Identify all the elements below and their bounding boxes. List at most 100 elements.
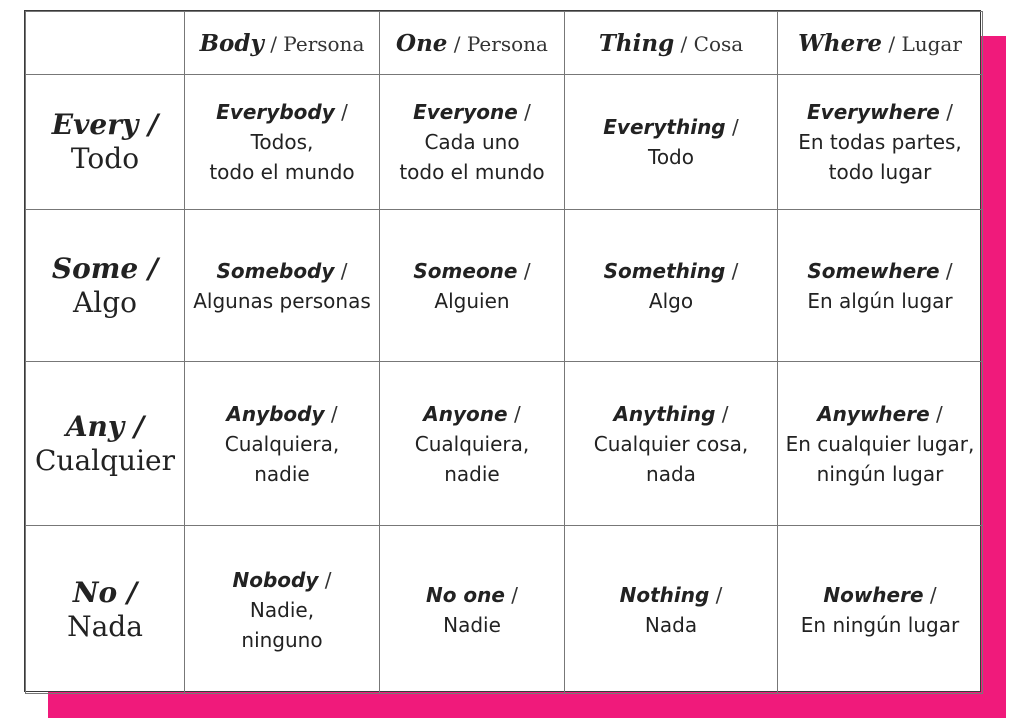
pronoun-es: Cualquiera, nadie <box>224 431 340 486</box>
pronoun-es: En ningún lugar <box>800 612 960 637</box>
pronoun-en: Everywhere <box>807 100 940 124</box>
pronoun-cell-everybody: Everybody / Todos, todo el mundo <box>184 74 380 210</box>
pronoun-en: Somebody <box>216 258 335 283</box>
row-header-en: Any / <box>65 409 145 443</box>
pronoun-en: Anyone <box>423 401 508 426</box>
pronoun-cell-everything: Everything / Todo <box>564 74 778 210</box>
table-row-no: No / Nada Nobody / Nadie, ninguno No one /… <box>25 525 983 694</box>
pronoun-es: Todo <box>648 145 694 169</box>
pronoun-en: Everything <box>603 115 726 139</box>
pronoun-cell-anybody: Anybody / Cualquiera, nadie <box>184 361 380 526</box>
column-header-one: One / Persona <box>379 11 565 75</box>
column-header-where: Where / Lugar <box>777 11 983 75</box>
row-header-some: Some / Algo <box>25 209 185 362</box>
pronoun-en: Anybody <box>226 401 325 426</box>
pronoun-cell-anything: Anything / Cualquier cosa, nada <box>564 361 778 526</box>
pronoun-sep: / <box>507 401 521 426</box>
row-header-es: Algo <box>73 285 137 319</box>
pronoun-cell-no-one: No one / Nadie <box>379 525 565 694</box>
row-header-es: Todo <box>70 142 140 175</box>
row-header-every: Every / Todo <box>25 74 185 210</box>
pronoun-cell-nowhere: Nowhere / En ningún lugar <box>777 525 983 694</box>
table-row-some: Some / Algo Somebody / Algunas personas So… <box>25 209 983 362</box>
column-header-body: Body / Persona <box>184 11 380 75</box>
pronoun-en: No one <box>425 582 505 607</box>
column-header-es: Persona <box>283 31 365 56</box>
column-header-es: Lugar <box>901 31 962 56</box>
pronoun-en: Nothing <box>619 582 710 607</box>
pronoun-es: En algún lugar <box>807 288 953 313</box>
pronoun-es: Algunas personas <box>193 288 371 313</box>
column-header-es: Cosa <box>693 31 744 56</box>
column-header-sep: / <box>263 31 284 56</box>
pronoun-sep: / <box>517 258 531 283</box>
column-header-sep: / <box>674 31 694 56</box>
pronoun-cell-everyone: Everyone / Cada uno todo el mundo <box>379 74 565 210</box>
pronoun-en: Nobody <box>232 567 319 592</box>
indefinite-pronouns-table: Body / Persona One / Persona Thing / Cos… <box>25 11 983 694</box>
row-header-en: Some / <box>51 251 159 285</box>
pronoun-cell-anywhere: Anywhere / En cualquier lugar, ningún lug… <box>777 361 983 526</box>
pronoun-cell-somebody: Somebody / Algunas personas <box>184 209 380 362</box>
pronoun-en: Something <box>603 258 726 283</box>
row-header-no: No / Nada <box>25 525 185 694</box>
corner-cell <box>25 11 185 75</box>
pronoun-en: Everybody <box>216 100 335 124</box>
row-header-es: Nada <box>67 609 143 643</box>
table-row-every: Every / Todo Everybody / Todos, todo el mu… <box>25 74 983 210</box>
row-header-any: Any / Cualquier <box>25 361 185 526</box>
pronoun-cell-everywhere: Everywhere / En todas partes, todo lugar <box>777 74 983 210</box>
pronoun-es: En cualquier lugar, ningún lugar <box>785 431 975 486</box>
pronoun-es: Nadie <box>443 612 501 637</box>
pronoun-en: Everyone <box>413 100 518 124</box>
pronoun-sep: / <box>504 582 519 607</box>
pronoun-es: Cada uno todo el mundo <box>399 130 545 184</box>
pronoun-en: Nowhere <box>823 582 924 607</box>
pronoun-table-card: Body / Persona One / Persona Thing / Cos… <box>24 10 983 694</box>
pronoun-en: Someone <box>413 258 518 283</box>
column-header-sep: / <box>882 31 902 56</box>
header-row: Body / Persona One / Persona Thing / Cos… <box>25 11 983 75</box>
pronoun-sep: / <box>939 100 953 124</box>
pronoun-sep: / <box>715 401 729 426</box>
column-header-thing: Thing / Cosa <box>564 11 778 75</box>
column-header-en: One <box>396 29 448 57</box>
pronoun-sep: / <box>929 401 943 426</box>
pronoun-es: Nadie, ninguno <box>241 597 323 652</box>
pronoun-cell-somewhere: Somewhere / En algún lugar <box>777 209 983 362</box>
pronoun-es: Cualquier cosa, nada <box>593 431 749 486</box>
column-header-en: Thing <box>598 29 675 57</box>
pronoun-es: Alguien <box>434 288 510 313</box>
pronoun-sep: / <box>709 582 723 607</box>
pronoun-es: Cualquiera, nadie <box>414 431 530 486</box>
pronoun-es: En todas partes, todo lugar <box>798 130 962 184</box>
pronoun-sep: / <box>334 100 348 124</box>
pronoun-sep: / <box>923 582 937 607</box>
pronoun-sep: / <box>318 567 332 592</box>
pronoun-sep: / <box>939 258 953 283</box>
row-header-es: Cualquier <box>35 443 175 477</box>
pronoun-en: Anything <box>613 401 716 426</box>
pronoun-sep: / <box>517 100 531 124</box>
pronoun-es: Nada <box>644 612 698 637</box>
pronoun-es: Todos, todo el mundo <box>209 130 355 184</box>
pronoun-cell-nothing: Nothing / Nada <box>564 525 778 694</box>
pronoun-cell-nobody: Nobody / Nadie, ninguno <box>184 525 380 694</box>
pronoun-sep: / <box>324 401 338 426</box>
column-header-sep: / <box>447 31 467 56</box>
table-row-any: Any / Cualquier Anybody / Cualquiera, nadi… <box>25 361 983 526</box>
pronoun-cell-something: Something / Algo <box>564 209 778 362</box>
column-header-en: Where <box>798 29 883 57</box>
pronoun-sep: / <box>725 258 739 283</box>
pronoun-sep: / <box>725 115 739 139</box>
pronoun-sep: / <box>334 258 348 283</box>
pronoun-cell-anyone: Anyone / Cualquiera, nadie <box>379 361 565 526</box>
pronoun-en: Anywhere <box>817 401 930 426</box>
pronoun-cell-someone: Someone / Alguien <box>379 209 565 362</box>
row-header-en: No / <box>72 575 138 609</box>
column-header-en: Body <box>199 29 264 57</box>
pronoun-es: Algo <box>648 288 694 313</box>
column-header-es: Persona <box>466 31 548 56</box>
row-header-en: Every / <box>51 108 159 141</box>
pronoun-en: Somewhere <box>807 258 940 283</box>
